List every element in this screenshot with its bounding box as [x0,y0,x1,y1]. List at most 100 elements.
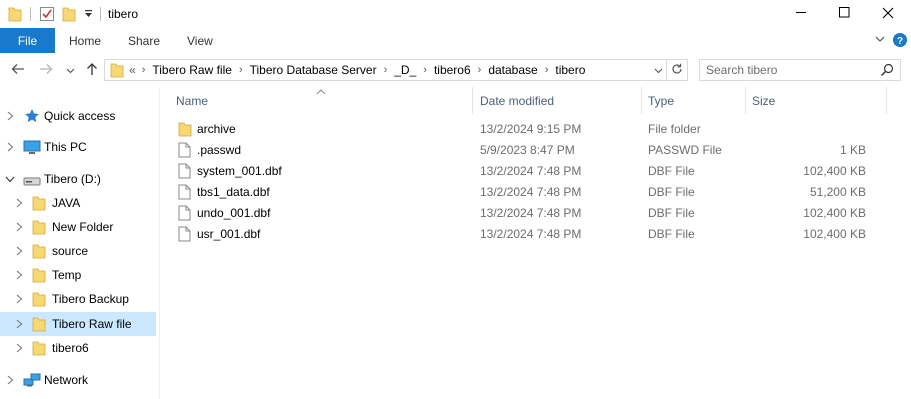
folder-icon[interactable] [8,6,22,25]
up-button[interactable] [84,62,100,78]
close-button[interactable] [865,0,911,28]
column-divider[interactable] [745,87,746,114]
tab-share[interactable]: Share [128,34,160,48]
file-name: .passwd [197,143,242,157]
file-size: 1 KB [839,143,866,157]
nav-item-tibero-backup[interactable]: Tibero Backup [0,287,159,311]
file-name: system_001.dbf [197,164,282,178]
nav-label: Network [44,373,89,387]
file-name: tbs1_data.dbf [197,185,270,199]
nav-item-tibero-drive[interactable]: Tibero (D:) [0,167,159,191]
chevron-right-icon[interactable] [4,374,16,386]
file-date-modified: 13/2/2024 7:48 PM [480,185,582,199]
breadcrumb-item[interactable]: Tibero Raw file [152,63,232,77]
nav-label: JAVA [52,196,81,210]
refresh-button[interactable] [666,59,688,81]
file-list: Name Date modified Type Size archive 13/… [160,87,911,399]
file-row[interactable]: archive 13/2/2024 9:15 PM File folder [174,119,894,140]
nav-item-quick-access[interactable]: Quick access [0,104,159,128]
column-header-name[interactable]: Name [176,87,208,114]
new-folder-icon[interactable] [62,6,76,25]
up-arrow-icon [86,62,98,79]
chevron-right-icon[interactable]: › [239,64,243,76]
file-row[interactable]: .passwd 5/9/2023 8:47 PM PASSWD File 1 K… [174,140,894,161]
tab-view[interactable]: View [187,34,213,48]
chevron-right-icon[interactable]: › [478,64,482,76]
chevron-down-icon[interactable] [4,173,16,185]
tab-file[interactable]: File [0,28,55,53]
chevron-right-icon[interactable] [13,221,25,233]
search-input[interactable] [706,62,876,78]
nav-item-java[interactable]: JAVA [0,191,159,215]
properties-icon[interactable] [39,6,55,25]
chevron-right-icon[interactable]: › [423,64,427,76]
close-icon [882,7,894,22]
back-button[interactable] [10,62,26,78]
search-icon[interactable] [880,63,894,80]
network-icon [23,372,41,391]
nav-item-new-folder[interactable]: New Folder [0,215,159,239]
window-title: tibero [108,7,139,21]
address-bar[interactable]: « › Tibero Raw file › Tibero Database Se… [104,59,688,81]
nav-item-tibero-raw-file[interactable]: Tibero Raw file [0,312,156,336]
forward-button[interactable] [38,62,54,78]
breadcrumb-item[interactable]: Tibero Database Server [250,63,377,77]
file-row[interactable]: tbs1_data.dbf 13/2/2024 7:48 PM DBF File… [174,182,894,203]
recent-locations-button[interactable] [62,62,78,78]
column-header-size[interactable]: Size [752,87,775,114]
breadcrumb-item[interactable]: _D_ [394,63,416,77]
toolbar-separator [100,7,101,21]
file-size: 102,400 KB [803,206,866,220]
column-divider[interactable] [641,87,642,114]
nav-label: source [52,244,89,258]
chevron-right-icon[interactable] [13,342,25,354]
column-header-type[interactable]: Type [648,87,674,114]
column-header-date-modified[interactable]: Date modified [480,87,554,114]
file-row[interactable]: usr_001.dbf 13/2/2024 7:48 PM DBF File 1… [174,224,894,245]
star-icon [24,108,40,127]
file-name: usr_001.dbf [197,227,261,241]
breadcrumb-item[interactable]: tibero [555,63,585,77]
breadcrumb-item[interactable]: database [488,63,537,77]
breadcrumb-overflow[interactable]: « [129,63,136,77]
nav-item-network[interactable]: Network [0,368,159,392]
nav-item-source[interactable]: source [0,239,159,263]
chevron-right-icon[interactable] [13,245,25,257]
chevron-right-icon[interactable] [13,318,25,330]
file-size: 102,400 KB [803,227,866,241]
nav-label: tibero6 [52,341,89,355]
chevron-right-icon[interactable] [13,269,25,281]
column-divider[interactable] [472,87,473,114]
chevron-right-icon[interactable] [4,141,16,153]
folder-icon [32,340,46,359]
toolbar-separator [30,7,31,21]
chevron-right-icon[interactable] [4,110,16,122]
customize-dropdown-icon[interactable] [84,8,93,22]
ribbon: File Home Share View ? [0,28,911,53]
help-icon[interactable]: ? [892,32,908,51]
nav-item-temp[interactable]: Temp [0,263,159,287]
tab-home[interactable]: Home [69,34,101,48]
chevron-right-icon[interactable]: › [142,64,146,76]
breadcrumb-item[interactable]: tibero6 [434,63,471,77]
expand-ribbon-icon[interactable] [874,33,886,48]
computer-icon [23,140,41,158]
file-row[interactable]: undo_001.dbf 13/2/2024 7:48 PM DBF File … [174,203,894,224]
column-divider[interactable] [886,87,887,114]
folder-icon [32,267,46,286]
file-date-modified: 13/2/2024 7:48 PM [480,164,582,178]
chevron-right-icon[interactable] [13,197,25,209]
maximize-button[interactable] [821,0,867,28]
minimize-button[interactable] [778,0,824,28]
svg-text:?: ? [897,36,903,47]
nav-item-tibero6[interactable]: tibero6 [0,336,159,360]
chevron-right-icon[interactable] [13,293,25,305]
nav-item-this-pc[interactable]: This PC [0,135,159,159]
nav-label: Temp [52,268,82,282]
file-row[interactable]: system_001.dbf 13/2/2024 7:48 PM DBF Fil… [174,161,894,182]
search-box[interactable] [699,59,901,81]
chevron-right-icon[interactable]: › [384,64,388,76]
file-date-modified: 13/2/2024 7:48 PM [480,206,582,220]
address-history-button[interactable] [649,60,667,80]
chevron-right-icon[interactable]: › [545,64,549,76]
